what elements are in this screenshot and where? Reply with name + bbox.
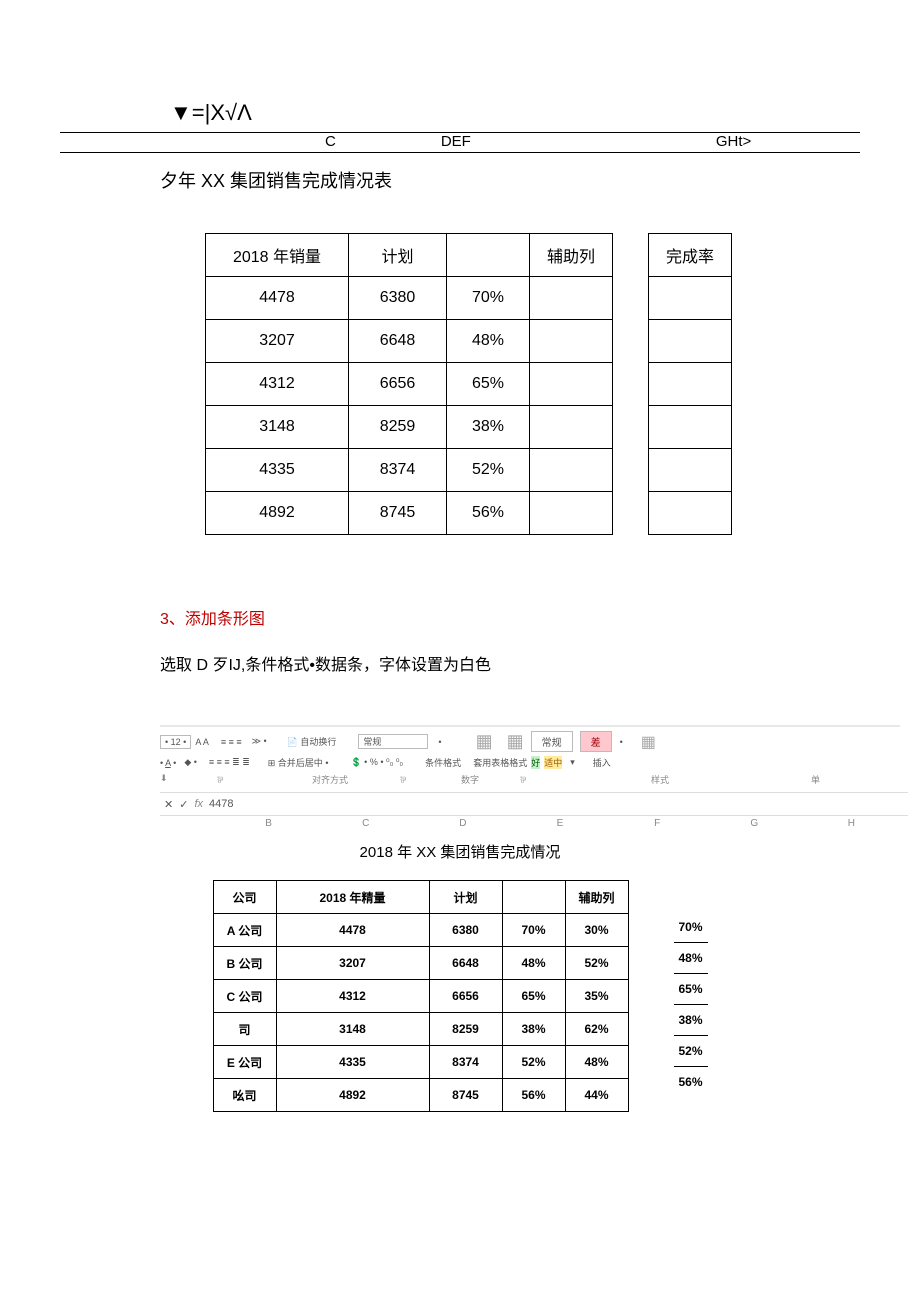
table2-right-col: 70% 48% 65% 38% 52% 56% (674, 880, 708, 1097)
cond-format-label[interactable]: 条件格式 (425, 756, 461, 769)
table-row: A 公司4478638070%30% (213, 914, 628, 947)
table-format-label[interactable]: 套用表格格式 (473, 756, 527, 769)
number-group[interactable]: 💲 • % • ⁰₀ ⁰₀ (350, 757, 403, 768)
page-title-1: 夕年 XX 集团销售完成情况表 (60, 167, 860, 193)
table-row: 4478638070% (206, 277, 613, 320)
table-row: 司3148825938%62% (213, 1013, 628, 1046)
cell-style-normal[interactable]: 常规 (531, 731, 573, 752)
ribbon-row-top: • 12 • A A ≡ ≡ ≡ ≫ • 📄 自动换行 常规 • ▦ ▦ 常规 … (160, 731, 900, 754)
t1b-cell (649, 406, 732, 449)
t2-h-pct (502, 881, 565, 914)
fill-color-icon[interactable]: ◆ • (184, 757, 197, 768)
col-label-ght: GHt> (716, 133, 751, 150)
table2-header-row: 公司 2018 年精量 计划 辅助列 (213, 881, 628, 914)
t1-h-aux: 辅助列 (530, 234, 613, 277)
table1-header-row: 2018 年销量 计划 辅助列 (206, 234, 613, 277)
col-label-def: DEF (441, 133, 471, 150)
table-row: 3207664848% (206, 320, 613, 363)
t2-h-aux: 辅助列 (565, 881, 628, 914)
table2-main: 公司 2018 年精量 计划 辅助列 A 公司4478638070%30% B … (213, 880, 629, 1112)
t1b-cell (649, 363, 732, 406)
column-header-row: C DEF GHt> (60, 132, 860, 153)
t1b-cell (649, 320, 732, 363)
t1-h-pct (447, 234, 530, 277)
table1-rate: 完成率 (648, 233, 732, 535)
t1b-h-rate: 完成率 (649, 234, 732, 277)
font-color-icon[interactable]: • A • (160, 758, 176, 768)
table-row: B 公司3207664848%52% (213, 947, 628, 980)
section-heading: 3、添加条形图 (60, 605, 860, 629)
t1-h-sales: 2018 年销量 (206, 234, 349, 277)
cell-style-bad[interactable]: 差 (580, 731, 612, 752)
col-label-c: C (325, 133, 336, 150)
rate-cell: 38% (674, 1005, 708, 1036)
rate-cell: 48% (674, 943, 708, 974)
t2-h-plan: 计划 (429, 881, 502, 914)
enter-icon[interactable]: ✓ (179, 798, 188, 811)
table-row: E 公司4335837452%48% (213, 1046, 628, 1079)
table-row: 4335837452% (206, 449, 613, 492)
number-format-dropdown[interactable]: 常规 (358, 734, 428, 749)
formula-value[interactable]: 4478 (209, 798, 233, 810)
rate-cell: 65% (674, 974, 708, 1005)
table-row: 3148825938% (206, 406, 613, 449)
insert-label[interactable]: 插入 (593, 756, 611, 769)
section-body: 选取 D 歹IJ,条件格式•数据条，字体设置为白色 (60, 651, 860, 675)
t1b-cell (649, 449, 732, 492)
cell-style-good[interactable]: 好 (531, 756, 540, 769)
table-format-icon[interactable]: ▦ (507, 731, 524, 752)
formula-bar[interactable]: ✕ ✓ fx 4478 (160, 792, 908, 816)
fx-icon[interactable]: fx (194, 798, 203, 810)
cancel-icon[interactable]: ✕ (164, 798, 173, 811)
rate-cell: 56% (674, 1067, 708, 1097)
column-letters-row: B C D E F G H (160, 816, 900, 831)
table1-main: 2018 年销量 计划 辅助列 4478638070% 3207664848% … (205, 233, 613, 535)
rate-cell: 52% (674, 1036, 708, 1067)
insert-icon[interactable]: ▦ (641, 732, 656, 752)
cell-style-neutral[interactable]: 适中 (544, 756, 562, 769)
merge-center-button[interactable]: ⊞ 合并后居中 • (268, 756, 329, 769)
formula-text: ▼=|X√Λ (170, 100, 252, 125)
t1b-cell (649, 492, 732, 535)
excel-ribbon: • 12 • A A ≡ ≡ ≡ ≫ • 📄 自动换行 常规 • ▦ ▦ 常规 … (160, 725, 900, 788)
ribbon-row-mid: • A • ◆ • ≡ ≡ ≡ ≣ ≣ ⊞ 合并后居中 • 💲 • % • ⁰₀… (160, 754, 900, 771)
table-row: 4312665665% (206, 363, 613, 406)
t2-h-company: 公司 (213, 881, 276, 914)
table1-wrap: 2018 年销量 计划 辅助列 4478638070% 3207664848% … (60, 233, 860, 535)
t1-h-plan: 计划 (349, 234, 447, 277)
ribbon-group-labels: ⬇ ⅌ 对齐方式 ⅌ 数字 ⅌ 样式 单 (160, 771, 900, 788)
wrap-text-button[interactable]: 📄 自动换行 (287, 735, 337, 748)
t1b-cell (649, 277, 732, 320)
formula-bar-text: ▼=|X√Λ (60, 100, 860, 126)
rate-cell: 70% (674, 912, 708, 943)
font-aa-label[interactable]: A A (195, 737, 209, 747)
table-row: C 公司4312665665%35% (213, 980, 628, 1013)
cond-format-icon[interactable]: ▦ (476, 731, 493, 752)
t2-h-sales: 2018 年精量 (276, 881, 429, 914)
page-title-2: 2018 年 XX 集团销售完成情况 (60, 841, 860, 862)
table-row: 4892874556% (206, 492, 613, 535)
font-size-box[interactable]: • 12 • (160, 735, 191, 749)
table-row: 吆司4892874556%44% (213, 1079, 628, 1112)
table2-wrap: 公司 2018 年精量 计划 辅助列 A 公司4478638070%30% B … (60, 880, 860, 1112)
